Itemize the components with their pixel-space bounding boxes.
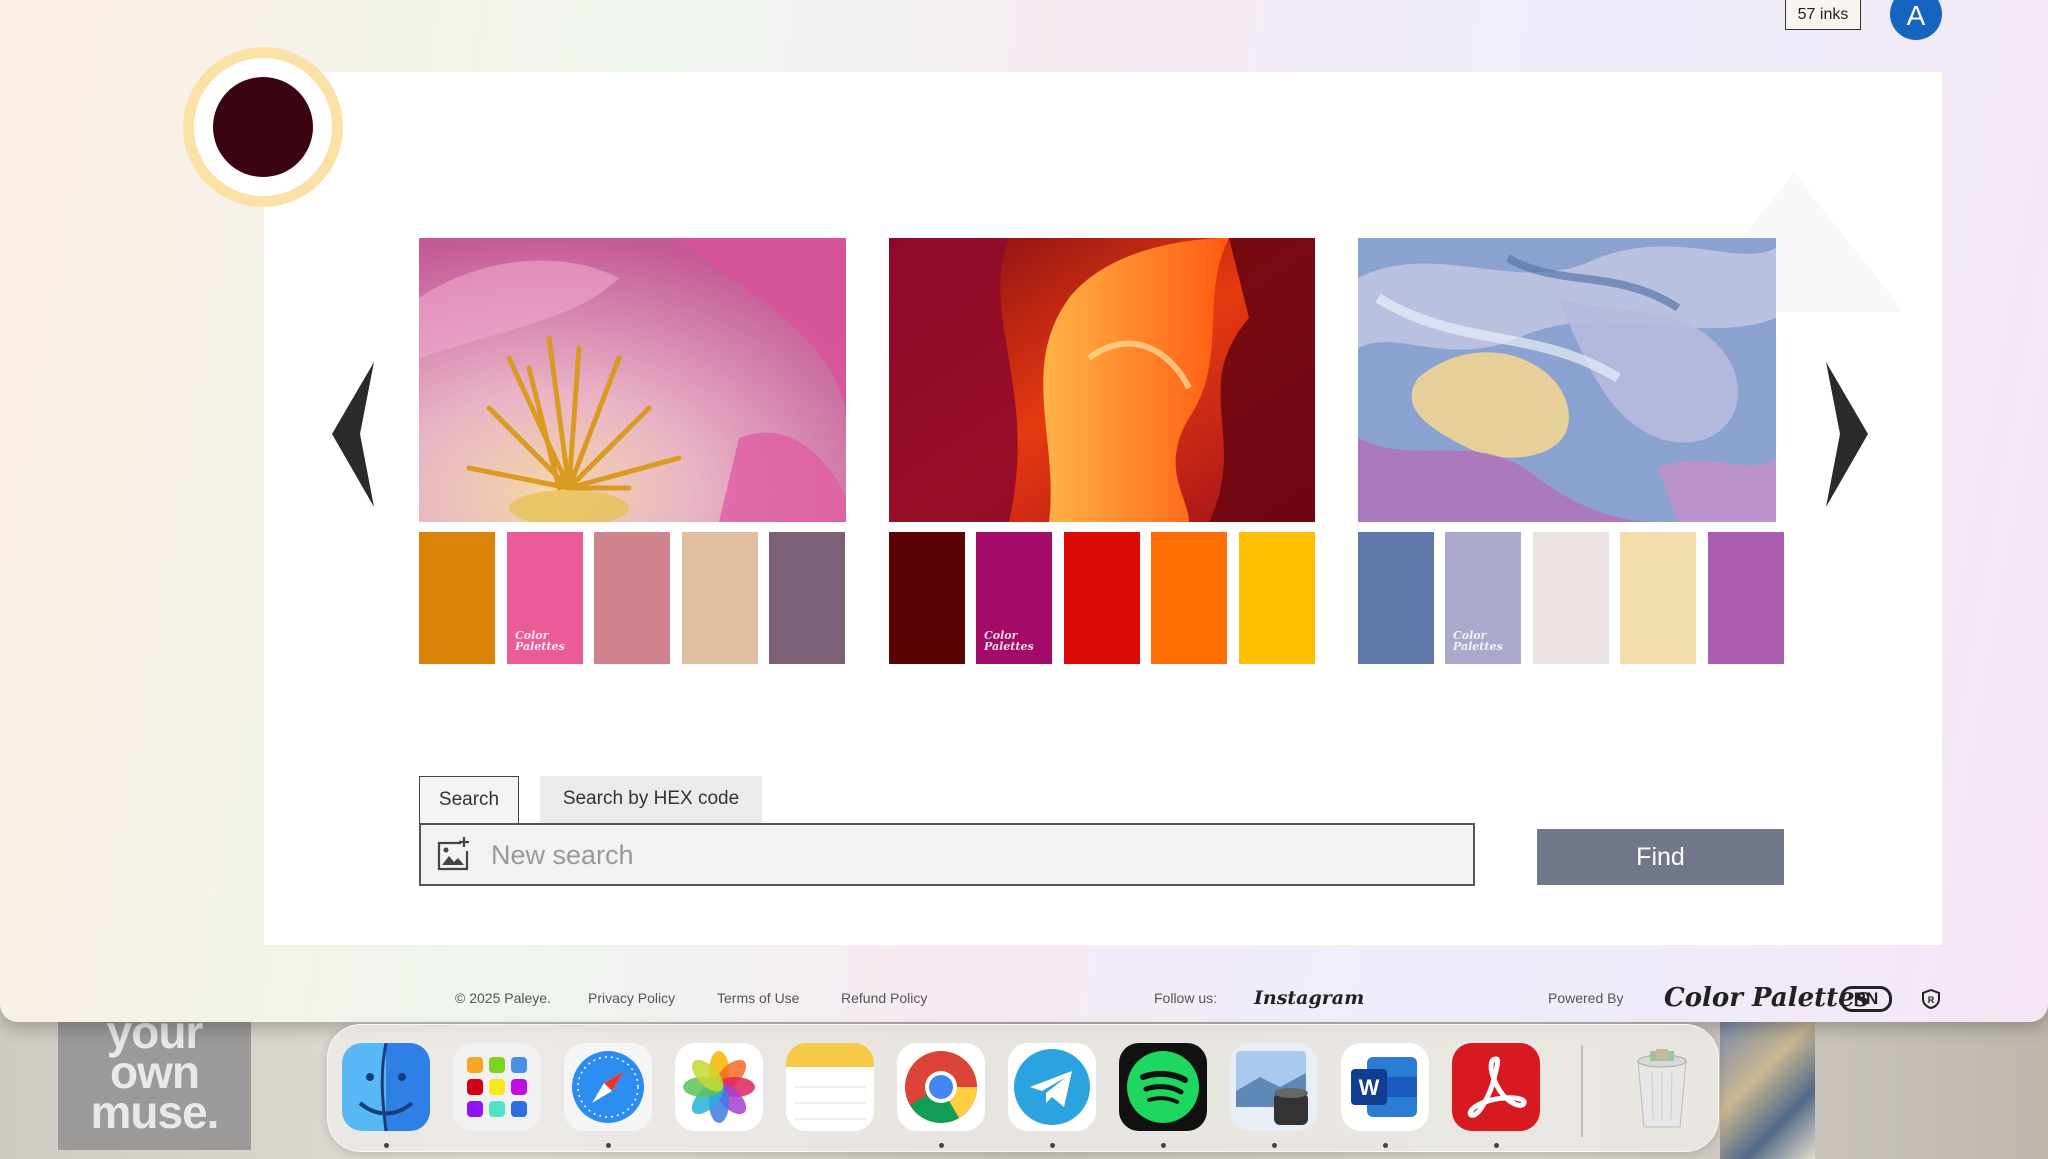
tab-search-by-hex[interactable]: Search by HEX code: [540, 776, 762, 824]
color-palettes-brand[interactable]: Color Palettes: [1664, 980, 1869, 1016]
image-upload-icon[interactable]: [435, 835, 471, 873]
swatch-db0a04[interactable]: [1064, 532, 1140, 664]
swatch-aaa8cb[interactable]: Color Palettes: [1445, 532, 1521, 664]
copyright-text: © 2025 Paleye.: [455, 990, 551, 1006]
swatch-f4deab[interactable]: [1620, 532, 1696, 664]
page-footer: © 2025 Paleye. Privacy Policy Terms of U…: [0, 980, 2048, 1016]
terms-of-use-link[interactable]: Terms of Use: [717, 980, 799, 1016]
follow-us-label: Follow us:: [1154, 990, 1218, 1006]
swatch-5f7aa8[interactable]: [1358, 532, 1434, 664]
wallpaper-poster: your own muse.: [58, 1020, 251, 1150]
inks-counter[interactable]: 57 inks: [1785, 0, 1861, 30]
swatch-5b0406[interactable]: [889, 532, 965, 664]
swatch-ac5cae[interactable]: [1708, 532, 1784, 664]
palette-image-flower: [419, 238, 846, 522]
search-box: [419, 823, 1475, 886]
palette-image-canyon: [889, 238, 1315, 522]
notes-icon[interactable]: [786, 1043, 874, 1131]
svg-text:W: W: [1359, 1075, 1380, 1100]
tab-search[interactable]: Search: [419, 776, 519, 824]
instagram-link[interactable]: Instagram: [1254, 980, 1364, 1016]
privacy-policy-link[interactable]: Privacy Policy: [588, 980, 675, 1016]
chrome-icon[interactable]: [897, 1043, 985, 1131]
swatch-d0858e[interactable]: [594, 532, 670, 664]
photos-icon[interactable]: [675, 1043, 763, 1131]
color-palettes-watermark: Color Palettes: [984, 629, 1034, 653]
finder-icon[interactable]: [342, 1043, 430, 1131]
trash-icon[interactable]: [1618, 1043, 1706, 1131]
launchpad-icon[interactable]: [453, 1043, 541, 1131]
find-button[interactable]: Find: [1537, 829, 1784, 885]
word-icon[interactable]: W: [1341, 1043, 1429, 1131]
next-arrow-icon[interactable]: [1820, 362, 1870, 507]
swatch-e2bea0[interactable]: [682, 532, 758, 664]
swatch-eae3e1[interactable]: [1533, 532, 1609, 664]
spotify-icon[interactable]: [1119, 1043, 1207, 1131]
search-input[interactable]: [491, 835, 1451, 875]
rn-logo[interactable]: RN: [1840, 986, 1892, 1012]
paleye-logo[interactable]: [183, 47, 343, 207]
safari-icon[interactable]: [564, 1043, 652, 1131]
telegram-icon[interactable]: [1008, 1043, 1096, 1131]
shield-icon[interactable]: R: [1922, 989, 1940, 1009]
swatch-ff6e03[interactable]: [1151, 532, 1227, 664]
browser-window: 57 inks A Color Palettes Color Palettes …: [0, 0, 2048, 1022]
swatch-ffbf00[interactable]: [1239, 532, 1315, 664]
user-avatar[interactable]: A: [1890, 0, 1942, 40]
prev-arrow-icon[interactable]: [330, 362, 380, 507]
swatch-7d5f76[interactable]: [769, 532, 845, 664]
preview-icon[interactable]: [1230, 1043, 1318, 1131]
refund-policy-link[interactable]: Refund Policy: [841, 980, 927, 1016]
macos-dock: W: [327, 1024, 1719, 1152]
acrobat-icon[interactable]: [1452, 1043, 1540, 1131]
color-palettes-watermark: Color Palettes: [1453, 629, 1503, 653]
dock-separator: [1581, 1045, 1583, 1137]
swatch-e95c97[interactable]: Color Palettes: [507, 532, 583, 664]
swatch-db8306[interactable]: [419, 532, 495, 664]
poster-line-3: muse.: [90, 1086, 220, 1138]
color-palettes-watermark: Color Palettes: [515, 629, 565, 653]
swatch-a30b69[interactable]: Color Palettes: [976, 532, 1052, 664]
svg-text:R: R: [1928, 995, 1935, 1005]
powered-by-label: Powered By: [1548, 990, 1624, 1006]
palette-image-paint: [1358, 238, 1776, 522]
wallpaper-art: [1720, 1020, 1815, 1159]
